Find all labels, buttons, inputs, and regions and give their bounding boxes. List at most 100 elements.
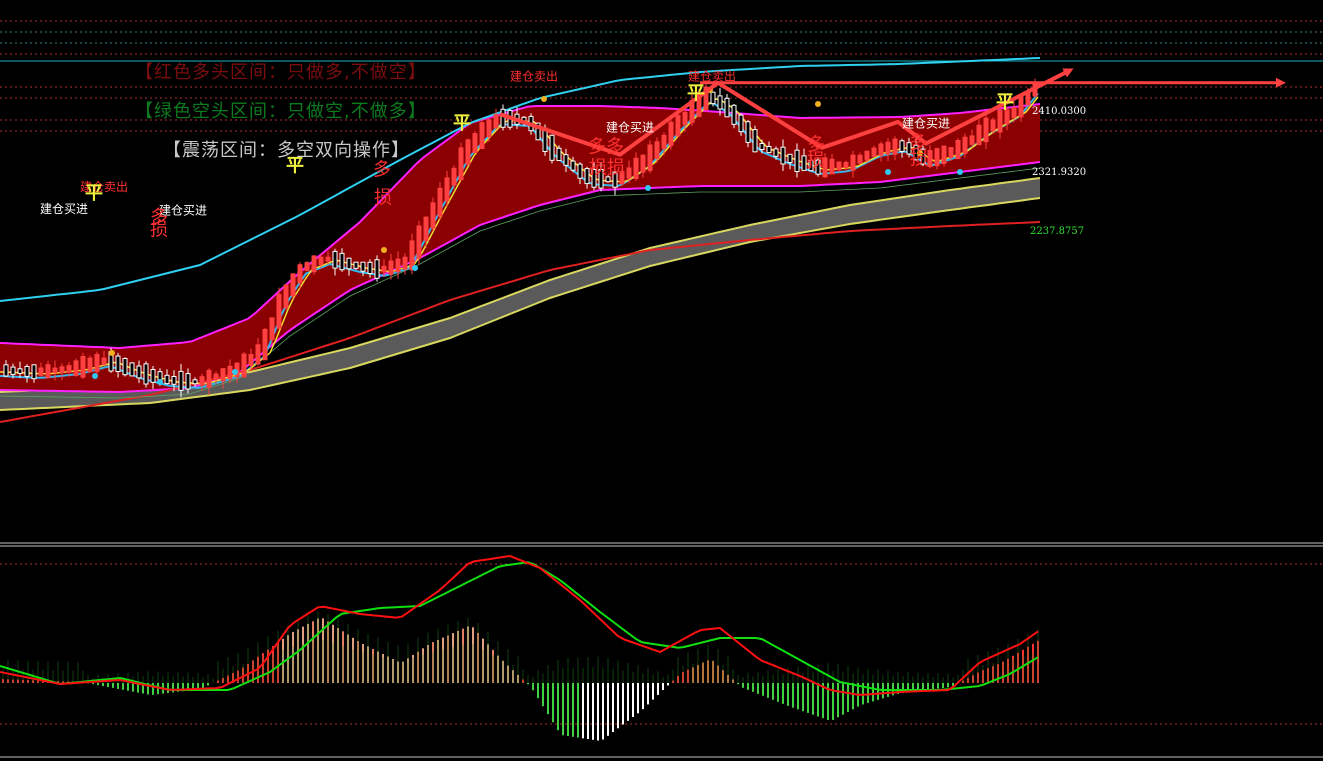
macd-bar bbox=[587, 683, 589, 739]
candle-body bbox=[31, 364, 37, 380]
candle-body bbox=[269, 317, 275, 341]
macd-dea-line bbox=[0, 561, 1039, 691]
candle-body bbox=[794, 149, 800, 172]
candle-body bbox=[829, 158, 835, 175]
macd-bar bbox=[167, 683, 169, 693]
close-marker: 平 bbox=[687, 83, 705, 104]
macd-bar bbox=[647, 683, 649, 705]
candle-body bbox=[633, 157, 639, 179]
red-channel-band bbox=[0, 103, 1041, 394]
macd-lines bbox=[0, 554, 1039, 696]
macd-bar bbox=[597, 683, 599, 741]
candle-body bbox=[115, 355, 121, 373]
candle-body bbox=[836, 161, 842, 171]
candle-body bbox=[101, 357, 107, 365]
candle-body bbox=[367, 261, 373, 274]
macd-bar bbox=[797, 683, 799, 710]
candle-body bbox=[290, 273, 296, 297]
candle-body bbox=[248, 354, 254, 367]
candle-body bbox=[458, 147, 464, 181]
price-label-lower: 2237.8757 bbox=[1030, 226, 1084, 237]
candle-body bbox=[45, 364, 51, 378]
candle-body bbox=[24, 366, 30, 377]
candle-body bbox=[325, 256, 331, 262]
candle-body bbox=[94, 354, 100, 373]
close-marker: 平 bbox=[85, 183, 103, 204]
stop-marker: 损 bbox=[150, 220, 168, 241]
macd-bar bbox=[552, 683, 554, 723]
candle-body bbox=[395, 258, 401, 273]
candle-body bbox=[199, 376, 205, 386]
buy-signal-label: 建仓买进 bbox=[902, 116, 950, 130]
macd-bar bbox=[932, 683, 934, 690]
macd-bar bbox=[927, 683, 929, 690]
candle-body bbox=[465, 139, 471, 165]
candle-body bbox=[801, 155, 807, 171]
stop-marker: 损损 bbox=[589, 158, 625, 179]
sell-signal-label: 建仓卖出 bbox=[510, 70, 558, 84]
macd-bar bbox=[617, 683, 619, 729]
candle-body bbox=[892, 138, 898, 155]
candle-body bbox=[178, 370, 184, 391]
macd-bar bbox=[817, 683, 819, 717]
candle-body bbox=[10, 366, 16, 375]
candle-body bbox=[570, 160, 576, 171]
long-marker: 多 bbox=[373, 160, 391, 181]
candle-body bbox=[346, 257, 352, 270]
candle-body bbox=[262, 328, 268, 361]
candle-body bbox=[843, 162, 849, 168]
candle-body bbox=[934, 148, 940, 167]
macd-dif-line bbox=[0, 554, 1039, 696]
stop-marker: 损 bbox=[910, 148, 928, 169]
candle-body bbox=[941, 145, 947, 165]
candle-body bbox=[864, 150, 870, 161]
candle-body bbox=[878, 143, 884, 156]
stop-marker: 损 bbox=[374, 187, 392, 208]
candle-body bbox=[899, 140, 905, 152]
macd-bar bbox=[812, 683, 814, 715]
candle-body bbox=[857, 154, 863, 164]
macd-bar bbox=[127, 683, 129, 691]
legend-red-zone: 【红色多头区间：只做多,不做空】 bbox=[135, 62, 427, 83]
candle-body bbox=[549, 134, 555, 161]
candle-body bbox=[171, 376, 177, 385]
candle-body bbox=[38, 367, 44, 376]
candle-body bbox=[682, 111, 688, 126]
macd-bar bbox=[667, 683, 669, 686]
macd-bar bbox=[777, 683, 779, 702]
macd-bar bbox=[577, 683, 579, 738]
candle-body bbox=[850, 154, 856, 171]
signal-dot bbox=[157, 379, 163, 385]
candle-body bbox=[759, 143, 765, 150]
candle-body bbox=[332, 250, 338, 269]
band-fill bbox=[0, 104, 1040, 392]
price-label-upper: 2410.0300 bbox=[1032, 106, 1086, 117]
candle-body bbox=[640, 154, 646, 173]
price-label-middle: 2321.9320 bbox=[1032, 167, 1086, 178]
macd-bar bbox=[762, 683, 764, 696]
candle-body bbox=[52, 367, 58, 374]
macd-bar bbox=[747, 683, 749, 690]
macd-bar bbox=[92, 683, 94, 685]
macd-bar bbox=[637, 683, 639, 714]
macd-bar bbox=[572, 683, 574, 737]
close-marker: 平 bbox=[453, 113, 471, 134]
candle-body bbox=[381, 265, 387, 273]
candle-body bbox=[87, 357, 93, 373]
candle-body bbox=[374, 259, 380, 279]
close-marker: 平 bbox=[996, 92, 1014, 113]
candle-body bbox=[444, 177, 450, 202]
macd-bar bbox=[842, 683, 844, 715]
candle-body bbox=[143, 363, 149, 385]
candle-body bbox=[227, 365, 233, 380]
candle-body bbox=[192, 379, 198, 385]
candle-body bbox=[738, 114, 744, 133]
candle-body bbox=[66, 365, 72, 373]
macd-bar bbox=[542, 683, 544, 707]
macd-bar bbox=[867, 683, 869, 703]
macd-bar bbox=[107, 683, 109, 687]
candle-body bbox=[871, 147, 877, 157]
macd-bar bbox=[772, 683, 774, 700]
macd-bar bbox=[742, 683, 744, 688]
candle-body bbox=[297, 264, 303, 284]
